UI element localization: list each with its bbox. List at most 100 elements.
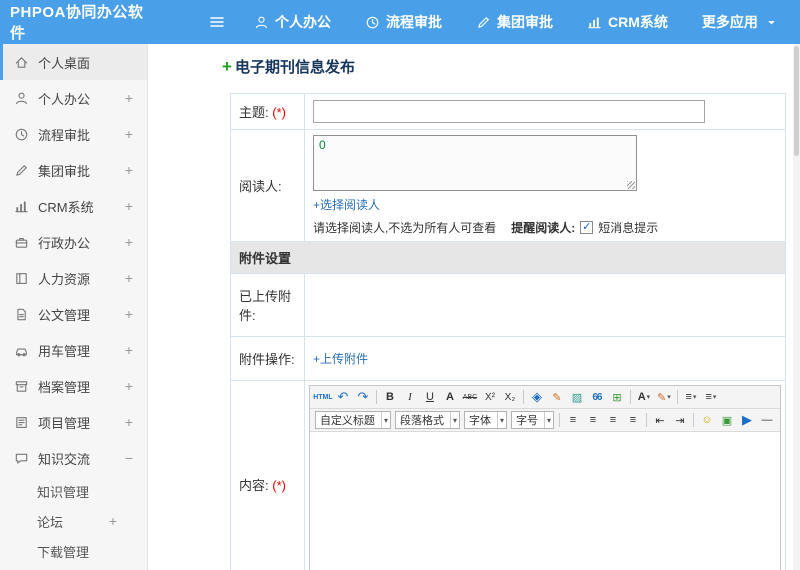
paragraph-format-value: 段落格式 xyxy=(399,415,444,427)
sidebar-item-workflow-approval[interactable]: 流程审批 + xyxy=(0,116,147,152)
bar-chart-icon xyxy=(587,15,602,30)
attachment-section-title: 附件设置 xyxy=(230,241,786,274)
uploaded-attachments-row: 已上传附件: xyxy=(230,273,787,337)
heading-select[interactable]: 自定义标题 ▾ xyxy=(314,411,391,429)
sidebar-subitem-download-management[interactable]: 下载管理 xyxy=(0,536,147,566)
expand-indicator: + xyxy=(124,90,133,106)
nav-workflow-approval[interactable]: 流程审批 xyxy=(365,12,442,32)
nav-group-approval[interactable]: 集团审批 xyxy=(476,12,553,32)
edit-icon xyxy=(14,163,29,178)
emotion-button[interactable]: ☺ xyxy=(697,411,717,429)
sidebar-item-personal-office[interactable]: 个人办公 + xyxy=(0,80,147,116)
italic-button[interactable]: I xyxy=(400,388,420,406)
format-painter-button[interactable]: ✎ xyxy=(547,388,567,406)
heading-select-value: 自定义标题 xyxy=(319,415,375,427)
ordered-list-button[interactable]: ≡ xyxy=(701,388,721,406)
insert-image-button[interactable]: ▣ xyxy=(717,411,737,429)
subject-input[interactable] xyxy=(312,100,705,123)
sidebar-subitem-forum[interactable]: 论坛 + xyxy=(0,506,147,536)
sidebar-item-label: 个人桌面 xyxy=(38,55,91,71)
editor-toolbar-row1: HTML ↶ ↷ B I U A ABC X² X₂ ◈ ✎ ▨ 66 ⊞ A … xyxy=(309,386,780,409)
sidebar-item-archive-management[interactable]: 档案管理 + xyxy=(0,368,147,404)
chevron-down-icon: ▾ xyxy=(380,412,390,428)
sidebar-item-group-approval[interactable]: 集团审批 + xyxy=(0,152,147,188)
align-center-button[interactable]: ≡ xyxy=(583,411,603,429)
nav-more-apps[interactable]: 更多应用 xyxy=(702,12,779,32)
sidebar-item-label: 项目管理 xyxy=(38,415,91,431)
sidebar-item-crm-system[interactable]: CRM系统 + xyxy=(0,188,147,224)
scrollbar-thumb[interactable] xyxy=(794,46,799,156)
sidebar-item-document-management[interactable]: 公文管理 + xyxy=(0,296,147,332)
subscript-button[interactable]: X₂ xyxy=(500,388,520,406)
person-icon xyxy=(254,15,269,30)
home-icon xyxy=(14,55,29,70)
unordered-list-button[interactable]: ≡ xyxy=(681,388,701,406)
redo-button[interactable]: ↷ xyxy=(353,388,373,406)
hamburger-icon xyxy=(208,13,226,31)
clock-icon xyxy=(365,15,380,30)
menu-toggle-button[interactable] xyxy=(206,11,228,33)
editor-canvas[interactable] xyxy=(309,432,780,570)
sidebar-subitem-knowledge-management[interactable]: 知识管理 xyxy=(0,476,147,506)
vertical-scrollbar[interactable] xyxy=(793,44,800,570)
toolbar-separator xyxy=(646,413,647,427)
font-color-button[interactable]: A xyxy=(634,388,654,406)
upload-attachment-link[interactable]: +上传附件 xyxy=(313,350,368,367)
indent-increase-button[interactable]: ⇥ xyxy=(670,411,690,429)
sms-notify-checkbox[interactable]: ✓ xyxy=(580,221,594,234)
sidebar-item-vehicle-management[interactable]: 用车管理 + xyxy=(0,332,147,368)
content-label-cell: 内容: (*) xyxy=(230,380,305,570)
strikethrough-button[interactable]: ABC xyxy=(460,388,480,406)
pen-color-button[interactable]: ✎ xyxy=(654,388,674,406)
toolbar-separator xyxy=(629,390,631,404)
blockquote-button[interactable]: 66 xyxy=(587,388,607,406)
subject-label-cell: 主题: (*) xyxy=(230,93,305,130)
align-justify-button[interactable]: ≡ xyxy=(623,411,643,429)
sidebar-item-personal-desktop[interactable]: 个人桌面 xyxy=(0,44,147,80)
font-size-select[interactable]: 字号 ▾ xyxy=(510,411,554,429)
bold-button[interactable]: B xyxy=(380,388,400,406)
sidebar: 个人桌面 个人办公 + 流程审批 + 集团审批 + CRM系统 + 行政办公 + xyxy=(0,44,148,570)
background-color-button[interactable]: ▨ xyxy=(567,388,587,406)
chevron-down-icon xyxy=(764,15,779,30)
app-logo: PHPOA协同办公软件 xyxy=(10,4,144,42)
sms-notify-label: 短消息提示 xyxy=(598,221,659,235)
insert-video-button[interactable]: ▶ xyxy=(737,411,757,429)
align-left-button[interactable]: ≡ xyxy=(563,411,583,429)
sidebar-item-project-management[interactable]: 项目管理 + xyxy=(0,404,147,440)
expand-indicator: + xyxy=(124,234,133,250)
undo-button[interactable]: ↶ xyxy=(333,388,353,406)
toolbar-separator xyxy=(522,390,524,404)
remove-format-button[interactable]: ◈ xyxy=(527,388,547,406)
html-source-button[interactable]: HTML xyxy=(313,388,333,406)
select-readers-link[interactable]: +选择阅读人 xyxy=(313,196,380,213)
indent-decrease-button[interactable]: ⇤ xyxy=(650,411,670,429)
sidebar-subitem-label: 论坛 xyxy=(37,514,64,530)
font-family-select[interactable]: 字体 ▾ xyxy=(463,411,507,429)
chevron-down-icon: ▾ xyxy=(543,412,553,428)
sidebar-item-knowledge-exchange[interactable]: 知识交流 − xyxy=(0,440,147,476)
readers-textarea[interactable]: 0 xyxy=(312,135,637,191)
sidebar-item-label: 个人办公 xyxy=(38,91,91,107)
align-right-button[interactable]: ≡ xyxy=(603,411,623,429)
uploaded-attachments-label: 已上传附件: xyxy=(239,289,292,323)
horizontal-rule-button[interactable]: — xyxy=(757,411,777,429)
expand-indicator: + xyxy=(124,306,133,322)
uploaded-attachments-value xyxy=(303,273,787,337)
archive-icon xyxy=(14,379,29,394)
page-title: + 电子期刊信息发布 xyxy=(222,56,792,77)
nav-crm-system[interactable]: CRM系统 xyxy=(587,12,668,32)
sidebar-subitem-public-file-cabinet[interactable]: 公共文件柜 xyxy=(0,566,147,570)
font-style-button[interactable]: A xyxy=(440,388,460,406)
main-content: + 电子期刊信息发布 主题: (*) 阅读人: 0 +选择阅读人 请选择阅读人,… xyxy=(148,44,800,570)
superscript-button[interactable]: X² xyxy=(480,388,500,406)
underline-button[interactable]: U xyxy=(420,388,440,406)
sidebar-item-administration[interactable]: 行政办公 + xyxy=(0,224,147,260)
expand-indicator: + xyxy=(124,198,133,214)
board-icon xyxy=(14,415,29,430)
insert-table-button[interactable]: ⊞ xyxy=(607,388,627,406)
sidebar-item-human-resources[interactable]: 人力资源 + xyxy=(0,260,147,296)
expand-indicator: + xyxy=(124,126,133,142)
paragraph-format-select[interactable]: 段落格式 ▾ xyxy=(394,411,460,429)
nav-personal-office[interactable]: 个人办公 xyxy=(254,12,331,32)
